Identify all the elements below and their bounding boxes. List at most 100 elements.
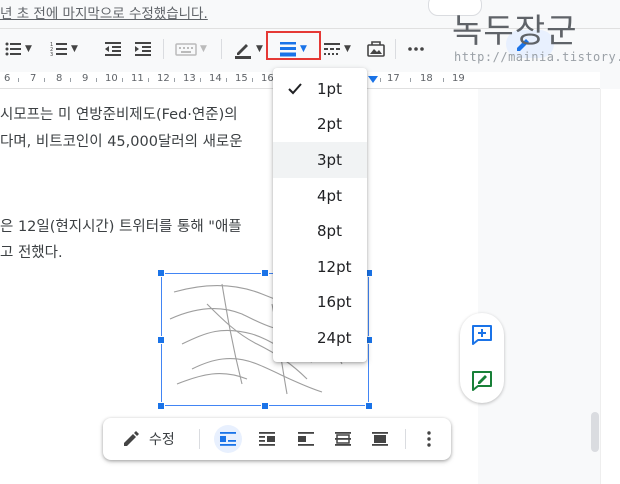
add-comment-icon [472,325,492,345]
break-text-button[interactable] [292,425,320,453]
highlight-box [266,31,321,60]
document-text-line[interactable]: 은 12일(현지시간) 트위터를 통해 "애플 [0,215,242,236]
resize-handle[interactable] [261,269,269,277]
toolbar-divider [163,39,164,59]
menu-item-2pt[interactable]: 2pt [273,107,367,143]
ruler-number: 7 [30,73,37,84]
side-action-panel [460,313,504,403]
menu-item-label: 1pt [317,79,342,98]
menu-item-3pt[interactable]: 3pt [273,142,367,178]
last-edit-link[interactable]: 년 초 전에 마지막으로 수정했습니다. [0,2,208,22]
ruler-number: 11 [131,73,144,84]
wrap-text-icon [259,432,275,446]
decrease-indent-icon [105,42,121,56]
chevron-down-icon: ▼ [256,44,263,54]
resize-handle[interactable] [261,402,269,410]
menu-item-label: 24pt [317,328,352,347]
ruler-number: 16 [261,73,274,84]
pencil-icon [124,431,139,446]
menu-item-12pt[interactable]: 12pt [273,249,367,285]
increase-indent-button[interactable] [134,36,152,62]
suggest-edit-button[interactable] [470,369,494,393]
ruler-number: 13 [183,73,196,84]
numbered-list-button[interactable]: 1 2 3 ▼ [50,36,78,62]
vertical-scrollbar[interactable] [600,89,620,484]
ruler-tick [410,78,411,82]
scroll-thumb[interactable] [591,412,599,452]
document-text-line[interactable]: 시모프는 미 연방준비제도(Fed·연준)의 [0,103,238,124]
more-options-button[interactable] [407,36,425,62]
chevron-down-icon: ▼ [344,44,351,54]
menu-item-1pt[interactable]: 1pt [273,71,367,107]
add-comment-button[interactable] [470,323,494,347]
toolbar-divider [395,39,396,59]
ruler-tick [443,78,444,82]
pen-icon [235,44,251,59]
menu-item-24pt[interactable]: 24pt [273,320,367,356]
edit-drawing-button[interactable]: 수정 [121,427,175,451]
ruler-tick [70,78,71,82]
watermark-title: 녹두장군 [452,11,578,50]
ruler-tick [18,78,19,82]
menu-item-label: 2pt [317,115,342,134]
ruler-number: 15 [235,73,248,84]
more-vertical-icon [427,431,431,447]
wrap-inline-icon [220,432,236,446]
ruler-tick [148,78,149,82]
break-text-icon [298,432,314,446]
ruler-number: 12 [157,73,170,84]
page-margin [478,89,600,484]
ruler-number: 10 [105,73,118,84]
increase-indent-icon [135,42,151,56]
ruler-number: 8 [56,73,63,84]
resize-handle[interactable] [365,402,373,410]
document-text-line[interactable]: 다며, 비트코인이 45,000달러의 새로운 [0,130,243,151]
toolbar-divider [405,429,406,449]
menu-item-label: 16pt [317,293,352,312]
ruler-tick [380,78,381,82]
ruler-tick [96,78,97,82]
document-text-line[interactable]: 고 전했다. [0,241,63,262]
ruler-tick [44,78,45,82]
image-floating-toolbar: 수정 [103,418,451,460]
behind-text-icon [335,432,351,446]
menu-item-label: 4pt [317,186,342,205]
suggest-edit-icon [472,371,492,391]
menu-item-16pt[interactable]: 16pt [273,285,367,321]
chevron-down-icon: ▼ [71,44,78,54]
resize-handle[interactable] [157,402,165,410]
menu-item-4pt[interactable]: 4pt [273,178,367,214]
behind-text-button[interactable] [329,425,357,453]
in-front-of-text-icon [372,432,388,446]
ruler-tick [122,78,123,82]
input-tools-button[interactable]: ▼ [175,36,207,62]
image-more-options-button[interactable] [415,425,443,453]
resize-handle[interactable] [157,336,165,344]
menu-item-8pt[interactable]: 8pt [273,213,367,249]
toolbar-divider [221,39,222,59]
image-options-button[interactable] [366,36,386,62]
border-color-button[interactable]: ▼ [233,36,263,62]
bulleted-list-icon [5,42,21,56]
wrap-text-button[interactable] [253,425,281,453]
in-front-of-text-button[interactable] [366,425,394,453]
svg-text:3: 3 [50,52,53,58]
menu-item-label: 8pt [317,222,342,241]
menu-item-label: 3pt [317,150,342,169]
watermark-url: http://mainia.tistory.com [454,50,620,64]
menu-item-label: 12pt [317,257,352,276]
chevron-down-icon: ▼ [200,44,207,54]
inline-wrap-button[interactable] [214,425,242,453]
right-indent-marker[interactable] [368,76,378,83]
bulleted-list-button[interactable]: ▼ [4,36,32,62]
chevron-down-icon: ▼ [25,44,32,54]
ruler-number: 19 [452,73,465,84]
format-toolbar: ▼ 1 2 3 ▼ ▼ ▼ ▼ ▼ [0,30,440,70]
decrease-indent-button[interactable] [104,36,122,62]
border-dash-button[interactable]: ▼ [323,36,351,62]
ruler-number: 9 [82,73,89,84]
border-dash-icon [324,43,340,55]
resize-handle[interactable] [157,269,165,277]
toolbar-divider [199,429,200,449]
keyboard-icon [175,43,197,56]
